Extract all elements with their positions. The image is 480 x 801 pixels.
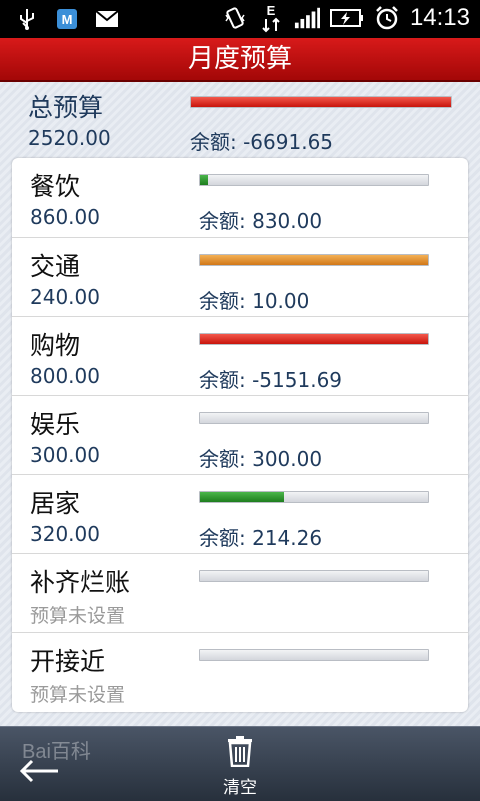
category-progress-fill: [200, 492, 285, 502]
total-budget-progress-fill: [191, 97, 451, 107]
category-budget-amount: 860.00: [30, 205, 100, 229]
category-name: 娱乐: [30, 410, 81, 439]
category-remaining: 余额: 214.26: [199, 526, 323, 550]
category-list: 餐饮 860.00 余额: 830.00 交通 240.00 余额: 10.00…: [12, 158, 468, 712]
category-remaining: 余额: 10.00: [199, 289, 310, 313]
total-budget-summary[interactable]: 总预算 2520.00 余额: -6691.65: [0, 82, 480, 156]
category-progress-fill: [200, 175, 208, 185]
category-item-bad-debts[interactable]: 补齐烂账 预算未设置: [12, 553, 468, 633]
category-item-dining[interactable]: 餐饮 860.00 余额: 830.00: [12, 158, 468, 237]
category-remaining: 余额: 830.00: [199, 209, 323, 233]
category-item-home[interactable]: 居家 320.00 余额: 214.26: [12, 474, 468, 554]
svg-text:M: M: [62, 12, 73, 27]
page-title: 月度预算: [0, 38, 480, 82]
vibrate-icon: [222, 6, 248, 30]
usb-icon: [14, 7, 40, 31]
category-name: 开接近: [30, 647, 106, 676]
category-item-entertainment[interactable]: 娱乐 300.00 余额: 300.00: [12, 395, 468, 475]
category-progress-fill: [200, 255, 428, 265]
category-item-transport[interactable]: 交通 240.00 余额: 10.00: [12, 237, 468, 317]
clear-button-label: 清空: [223, 778, 257, 798]
category-name: 餐饮: [30, 172, 81, 201]
category-progress-bar: [199, 570, 429, 582]
signal-icon: [294, 6, 320, 30]
svg-text:E: E: [267, 3, 276, 18]
category-progress-bar: [199, 412, 429, 424]
maps-icon: M: [54, 7, 80, 31]
category-progress-bar: [199, 254, 429, 266]
category-name: 居家: [30, 489, 81, 518]
category-name: 交通: [30, 252, 81, 281]
battery-charging-icon: [329, 6, 364, 30]
category-remaining: 余额: -5151.69: [199, 368, 343, 392]
status-bar: M E 14:13: [0, 0, 480, 38]
category-budget-amount: 800.00: [30, 364, 100, 388]
category-budget-unset: 预算未设置: [30, 684, 126, 706]
category-progress-bar: [199, 333, 429, 345]
category-item-shopping[interactable]: 购物 800.00 余额: -5151.69: [12, 316, 468, 396]
category-progress-bar: [199, 491, 429, 503]
trash-icon: [228, 736, 252, 768]
status-time: 14:13: [409, 4, 470, 31]
category-progress-bar: [199, 649, 429, 661]
bottom-toolbar: Bai百科 清空: [0, 726, 480, 801]
category-budget-unset: 预算未设置: [30, 605, 126, 627]
category-remaining: 余额: 300.00: [199, 447, 323, 471]
data-icon: E: [258, 3, 284, 33]
category-progress-bar: [199, 174, 429, 186]
watermark-logo: Bai百科: [22, 741, 91, 763]
total-budget-label: 总预算: [28, 93, 104, 122]
category-name: 购物: [30, 331, 81, 360]
category-budget-amount: 320.00: [30, 522, 100, 546]
category-budget-amount: 300.00: [30, 443, 100, 467]
category-name: 补齐烂账: [30, 568, 131, 597]
category-progress-fill: [200, 334, 428, 344]
total-budget-amount: 2520.00: [28, 126, 111, 150]
alarm-icon: [374, 6, 400, 30]
total-budget-remaining: 余额: -6691.65: [190, 130, 334, 154]
clear-button[interactable]: 清空: [210, 735, 270, 798]
mail-icon: [94, 7, 120, 31]
category-item-custom[interactable]: 开接近 预算未设置: [12, 632, 468, 712]
category-budget-amount: 240.00: [30, 285, 100, 309]
total-budget-progress-bar: [190, 96, 452, 108]
